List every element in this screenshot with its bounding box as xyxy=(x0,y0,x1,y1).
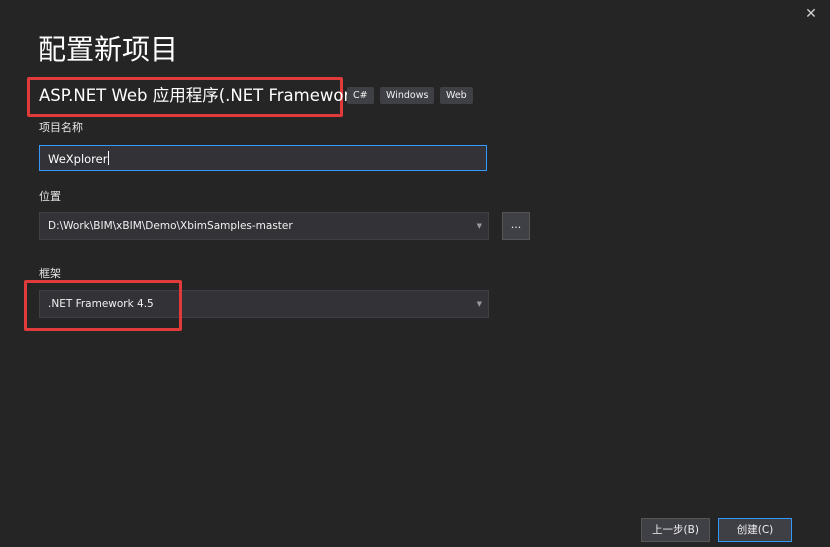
chevron-down-icon[interactable]: ▼ xyxy=(477,291,482,317)
back-button[interactable]: 上一步(B) xyxy=(641,518,710,542)
project-name-input[interactable]: WeXplorer xyxy=(39,145,487,171)
close-icon[interactable]: ✕ xyxy=(805,6,817,22)
location-combobox[interactable]: D:\Work\BIM\xBIM\Demo\XbimSamples-master… xyxy=(39,212,489,240)
create-button[interactable]: 创建(C) xyxy=(718,518,792,542)
chevron-down-icon[interactable]: ▼ xyxy=(477,213,482,239)
tag-platform: Windows xyxy=(380,87,435,104)
framework-label: 框架 xyxy=(39,267,61,280)
tag-project-category: Web xyxy=(440,87,473,104)
text-caret xyxy=(108,151,110,165)
project-name-value: WeXplorer xyxy=(48,152,108,166)
browse-location-button[interactable]: ... xyxy=(502,212,530,240)
page-title: 配置新项目 xyxy=(38,33,179,66)
tag-language: C# xyxy=(347,87,374,104)
location-value: D:\Work\BIM\xBIM\Demo\XbimSamples-master xyxy=(48,220,293,232)
framework-highlight-box xyxy=(24,280,182,331)
close-button[interactable]: ✕ xyxy=(800,4,822,24)
location-label: 位置 xyxy=(39,190,61,203)
project-name-label: 项目名称 xyxy=(39,121,83,134)
project-type-name: ASP.NET Web 应用程序(.NET Framework) xyxy=(39,86,367,105)
